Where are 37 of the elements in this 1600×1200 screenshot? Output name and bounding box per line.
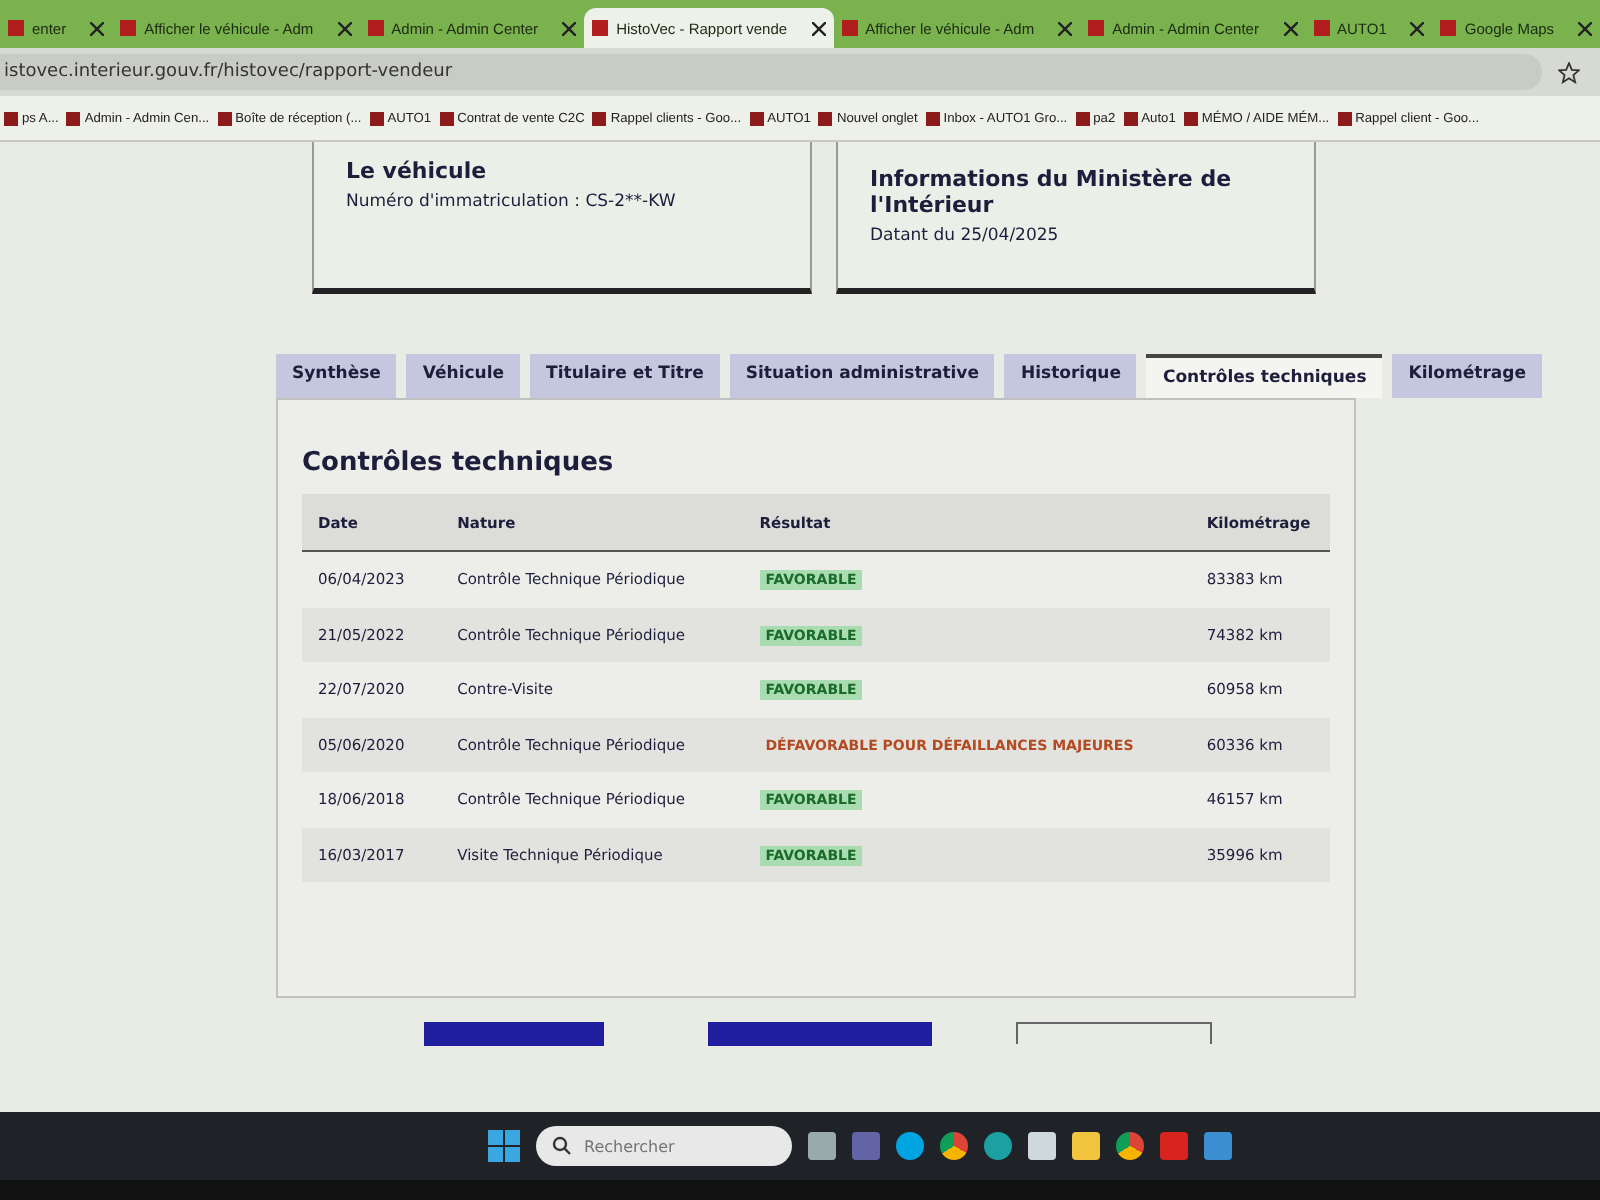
tab[interactable]: Titulaire et Titre <box>530 354 720 398</box>
card-title: Informations du Ministère de l'Intérieur <box>870 166 1234 218</box>
card-title: Le véhicule <box>346 158 489 184</box>
favicon-icon <box>8 20 24 36</box>
favicon-icon <box>1313 20 1330 36</box>
close-icon[interactable] <box>811 21 826 35</box>
favicon-icon <box>1440 20 1457 36</box>
tab[interactable]: Contrôles techniques <box>1146 354 1383 398</box>
favicon-icon <box>592 20 609 36</box>
close-icon[interactable] <box>1058 21 1073 35</box>
address-bar[interactable]: istovec.interieur.gouv.fr/histovec/rapport-vendeur <box>0 54 1542 90</box>
favicon-icon <box>120 20 137 36</box>
close-icon[interactable] <box>337 21 352 35</box>
card-text: Datant du 25/04/2025 <box>870 226 1061 246</box>
app-icon[interactable] <box>984 1132 1012 1160</box>
close-icon[interactable] <box>562 21 577 35</box>
search-input[interactable]: Rechercher <box>580 1135 768 1157</box>
close-icon[interactable] <box>90 21 105 35</box>
tab[interactable]: Situation administrative <box>729 354 995 398</box>
section-title: Contrôles techniques <box>302 448 616 478</box>
outline-button[interactable] <box>1016 1022 1212 1044</box>
close-icon[interactable] <box>1283 21 1298 35</box>
tab[interactable]: Véhicule <box>406 354 521 398</box>
favicon-icon <box>1088 20 1105 36</box>
search-icon <box>552 1136 572 1156</box>
close-icon[interactable] <box>1578 21 1593 35</box>
card-text: Numéro d'immatriculation : CS-2**-KW <box>346 192 678 212</box>
tab[interactable]: Synthèse <box>276 354 397 398</box>
close-icon[interactable] <box>1410 21 1425 35</box>
tab[interactable]: Historique <box>1004 354 1137 398</box>
tab[interactable]: Kilométrage <box>1392 354 1542 398</box>
windows-logo-icon[interactable] <box>488 1130 520 1162</box>
favicon-icon <box>841 20 858 36</box>
app-icon[interactable] <box>896 1132 924 1160</box>
star-icon[interactable] <box>1558 61 1580 83</box>
favicon-icon <box>367 20 384 36</box>
taskbar-search-field[interactable]: Rechercher <box>536 1126 792 1166</box>
